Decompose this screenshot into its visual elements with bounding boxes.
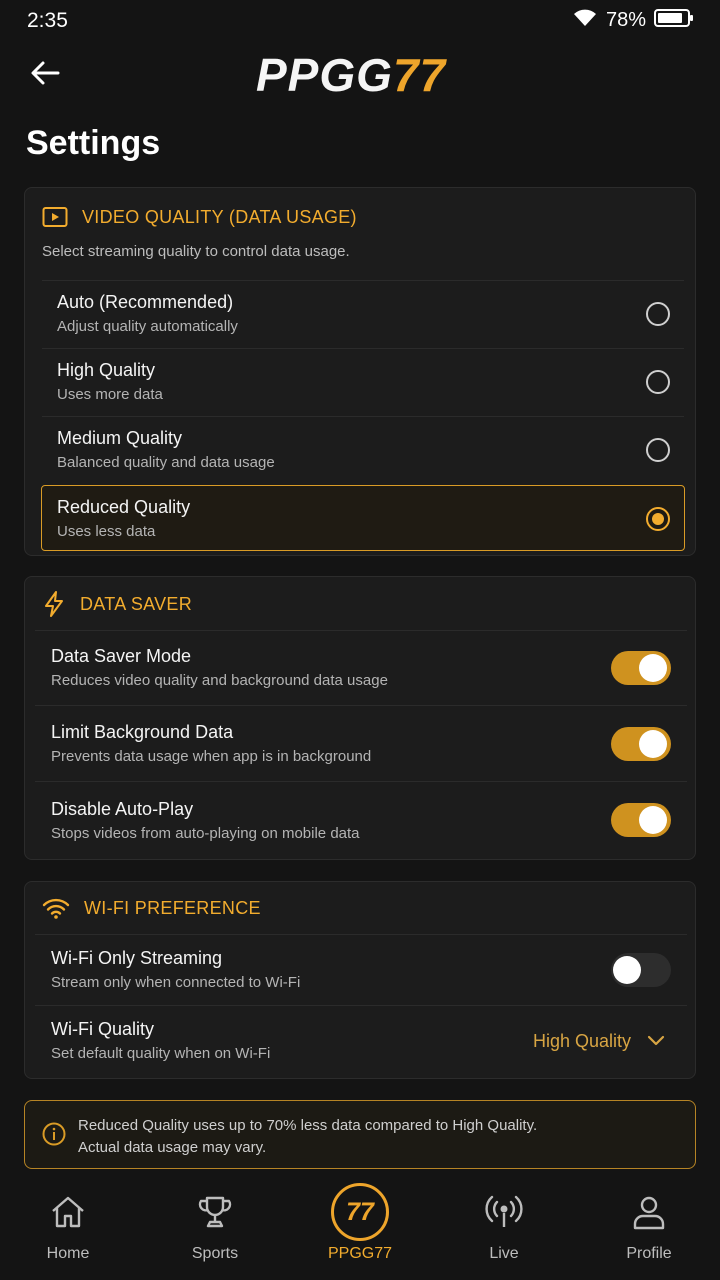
data-saver-card: DATA SAVER Data Saver Mode Reduces video… xyxy=(24,576,696,860)
wifi-quality-select[interactable]: High Quality xyxy=(533,1031,631,1052)
row-label: Wi-Fi Only Streaming xyxy=(51,948,223,968)
nav-home[interactable]: Home xyxy=(8,1180,128,1280)
wifi-quality-row[interactable]: Wi-Fi Quality Set default quality when o… xyxy=(35,1005,687,1077)
toggle-knob xyxy=(639,806,667,834)
logo-number: 77 xyxy=(392,49,447,101)
video-quality-card: VIDEO QUALITY (DATA USAGE) Select stream… xyxy=(24,187,696,556)
wifi-icon xyxy=(42,898,70,919)
wifi-preference-header: WI-FI PREFERENCE xyxy=(42,896,261,920)
chevron-down-icon[interactable] xyxy=(647,1035,665,1047)
bottom-navigation: Home Sports 77 PPGG77 Live Profile xyxy=(0,1180,720,1280)
row-label: Limit Background Data xyxy=(51,722,234,742)
option-subtitle: Balanced quality and data usage xyxy=(57,454,275,471)
disable-autoplay-toggle[interactable] xyxy=(611,803,671,837)
play-video-icon xyxy=(42,207,68,227)
ppgg77-badge-icon: 77 xyxy=(331,1183,389,1241)
radio-button-selected[interactable] xyxy=(646,507,670,531)
status-time: 2:35 xyxy=(27,9,68,32)
quality-option-auto[interactable]: Auto (Recommended) Adjust quality automa… xyxy=(42,280,684,346)
wifi-signal-icon xyxy=(572,8,598,33)
row-subtitle: Set default quality when on Wi-Fi xyxy=(51,1045,271,1062)
nav-label: PPGG77 xyxy=(327,1245,393,1262)
nav-label: Live xyxy=(489,1245,519,1262)
broadcast-icon xyxy=(485,1195,523,1227)
toggle-knob xyxy=(639,654,667,682)
wifi-only-streaming-toggle[interactable] xyxy=(611,953,671,987)
home-icon xyxy=(52,1196,84,1228)
video-quality-title: VIDEO QUALITY (DATA USAGE) xyxy=(82,206,357,227)
info-notice: Reduced Quality uses up to 70% less data… xyxy=(24,1100,696,1169)
wifi-only-streaming-row: Wi-Fi Only Streaming Stream only when co… xyxy=(35,934,687,1006)
back-arrow-icon xyxy=(31,61,60,85)
trophy-icon xyxy=(198,1196,232,1228)
data-saver-header: DATA SAVER xyxy=(42,591,192,617)
limit-background-row: Limit Background Data Prevents data usag… xyxy=(35,705,687,782)
nav-sports[interactable]: Sports xyxy=(155,1180,275,1280)
toggle-knob xyxy=(639,730,667,758)
wifi-preference-title: WI-FI PREFERENCE xyxy=(84,897,261,918)
page-title: Settings xyxy=(26,124,161,162)
back-button[interactable] xyxy=(26,54,64,92)
radio-button[interactable] xyxy=(646,302,670,326)
header: PPGG77 xyxy=(0,40,720,110)
battery-icon xyxy=(654,8,694,33)
data-saver-mode-row: Data Saver Mode Reduces video quality an… xyxy=(35,630,687,706)
nav-label: Home xyxy=(46,1245,90,1262)
nav-label: Sports xyxy=(191,1245,239,1262)
radio-button[interactable] xyxy=(646,370,670,394)
row-subtitle: Reduces video quality and background dat… xyxy=(51,672,388,689)
info-line-1: Reduced Quality uses up to 70% less data… xyxy=(78,1117,538,1134)
status-icons: 78% xyxy=(572,8,694,33)
quality-option-reduced[interactable]: Reduced Quality Uses less data xyxy=(41,485,685,551)
option-label: Auto (Recommended) xyxy=(57,292,234,312)
nav-live[interactable]: Live xyxy=(444,1180,564,1280)
data-saver-mode-toggle[interactable] xyxy=(611,651,671,685)
toggle-knob xyxy=(613,956,641,984)
logo-text: PPGG xyxy=(256,49,393,101)
wifi-preference-card: WI-FI PREFERENCE Wi-Fi Only Streaming St… xyxy=(24,881,696,1079)
info-icon xyxy=(42,1122,66,1146)
app-logo: PPGG77 xyxy=(256,48,446,102)
video-quality-description: Select streaming quality to control data… xyxy=(42,243,350,260)
quality-option-medium[interactable]: Medium Quality Balanced quality and data… xyxy=(42,416,684,482)
nav-profile[interactable]: Profile xyxy=(589,1180,709,1280)
row-subtitle: Stream only when connected to Wi-Fi xyxy=(51,974,301,991)
option-subtitle: Uses less data xyxy=(57,523,156,540)
row-label: Wi-Fi Quality xyxy=(51,1019,154,1039)
option-subtitle: Adjust quality automatically xyxy=(57,318,238,335)
status-bar: 2:35 78% xyxy=(0,0,720,40)
quality-option-high[interactable]: High Quality Uses more data xyxy=(42,348,684,414)
option-label: Medium Quality xyxy=(57,428,183,448)
user-icon xyxy=(633,1196,665,1230)
row-subtitle: Stops videos from auto-playing on mobile… xyxy=(51,825,360,842)
limit-background-toggle[interactable] xyxy=(611,727,671,761)
row-subtitle: Prevents data usage when app is in backg… xyxy=(51,748,372,765)
disable-autoplay-row: Disable Auto-Play Stops videos from auto… xyxy=(35,781,687,857)
data-saver-title: DATA SAVER xyxy=(80,593,193,614)
row-label: Data Saver Mode xyxy=(51,646,192,666)
radio-button[interactable] xyxy=(646,438,670,462)
row-label: Disable Auto-Play xyxy=(51,799,194,819)
option-label: High Quality xyxy=(57,360,156,380)
nav-label: Profile xyxy=(626,1245,672,1262)
video-quality-header: VIDEO QUALITY (DATA USAGE) xyxy=(42,206,357,228)
option-subtitle: Uses more data xyxy=(57,386,163,403)
info-text: Reduced Quality uses up to 70% less data… xyxy=(78,1115,678,1159)
nav-ppgg77[interactable]: 77 PPGG77 xyxy=(300,1180,420,1280)
option-label: Reduced Quality xyxy=(57,497,191,517)
battery-percent: 78% xyxy=(605,9,646,31)
info-line-2: Actual data usage may vary. xyxy=(78,1139,267,1156)
lightning-icon xyxy=(45,591,63,617)
